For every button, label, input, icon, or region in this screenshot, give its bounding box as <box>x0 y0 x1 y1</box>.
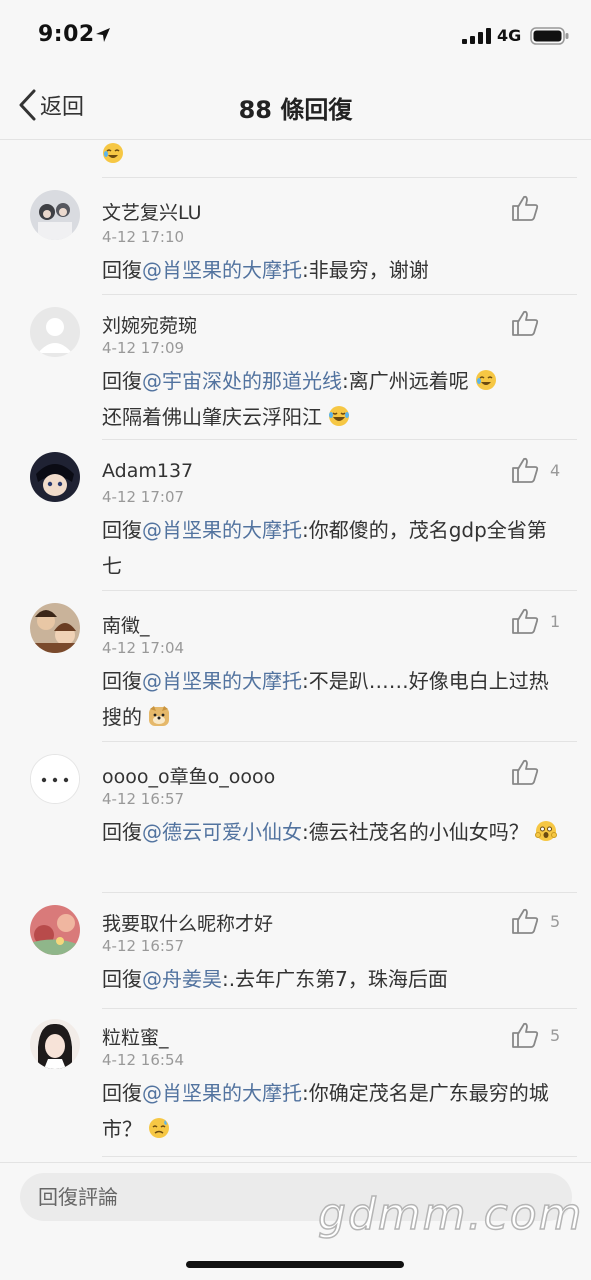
comment-item: oooo_o章鱼o_oooo 4-12 16:57 回復@德云可爱小仙女:德云社… <box>0 742 591 893</box>
comment-item: 南徵_ 1 4-12 17:04 回復@肖坚果的大摩托:不是趴……好像电白上过热… <box>0 591 591 742</box>
like-count: 5 <box>550 1025 561 1045</box>
reply-prefix: 回復 <box>102 1081 142 1105</box>
cellular-signal-icon <box>462 28 491 44</box>
reply-prefix: 回復 <box>102 820 142 844</box>
like-button[interactable]: 5 <box>510 1019 560 1051</box>
commenter-name[interactable]: 南徵_ <box>102 611 150 638</box>
location-arrow-icon <box>96 28 110 42</box>
like-count: 1 <box>550 611 561 631</box>
page-title: 88 條回復 <box>238 96 353 124</box>
laughing-crying-emoji-icon <box>102 142 124 164</box>
reply-prefix: 回復 <box>102 669 142 693</box>
avatar[interactable] <box>30 603 80 653</box>
mention-link[interactable]: @舟姜昊 <box>142 967 222 991</box>
like-count: 5 <box>550 911 561 931</box>
avatar[interactable] <box>30 190 80 240</box>
comment-text: 回復@德云可爱小仙女:德云社茂名的小仙女吗？ <box>102 814 562 850</box>
thumbs-up-icon <box>512 608 539 634</box>
reply-text: :德云社茂名的小仙女吗？ <box>302 820 529 844</box>
reply-prefix: 回復 <box>102 258 142 282</box>
comment-text: 回復@肖坚果的大摩托:你都傻的，茂名gdp全省第七 <box>102 512 562 584</box>
avatar[interactable] <box>30 307 80 357</box>
commenter-name[interactable]: 刘婉宛菀琬 <box>102 311 197 338</box>
status-bar: 9:02 4G <box>0 0 591 70</box>
previous-comment-fragment <box>0 140 591 178</box>
tears-of-joy-emoji-icon <box>328 402 350 426</box>
laughing-crying-emoji-icon <box>475 366 497 390</box>
comment-item: 粒粒蜜_ 5 4-12 16:54 回復@肖坚果的大摩托:你确定茂名是广东最穷的… <box>0 1009 591 1159</box>
mention-link[interactable]: @德云可爱小仙女 <box>142 820 302 844</box>
like-button[interactable] <box>510 756 550 788</box>
thumbs-up-icon <box>512 1022 539 1048</box>
nav-bar: 返回 88 條回復 <box>0 70 591 140</box>
commenter-name[interactable]: 粒粒蜜_ <box>102 1023 169 1050</box>
reply-bar: gdmm.com <box>0 1162 591 1280</box>
like-button[interactable]: 5 <box>510 905 560 937</box>
like-button[interactable] <box>510 307 550 339</box>
comment-item: 文艺复兴LU 4-12 17:10 回復@肖坚果的大摩托:非最穷，谢谢 <box>0 178 591 295</box>
avatar[interactable] <box>30 452 80 502</box>
thumbs-up-icon <box>512 310 539 336</box>
thumbs-up-icon <box>512 759 539 785</box>
mention-link[interactable]: @肖坚果的大摩托 <box>142 518 302 542</box>
reply-list[interactable]: 文艺复兴LU 4-12 17:10 回復@肖坚果的大摩托:非最穷，谢谢 刘婉宛菀… <box>0 140 591 1162</box>
home-indicator[interactable] <box>186 1261 404 1268</box>
comment-text: 回復@肖坚果的大摩托:你确定茂名是广东最穷的城市？ <box>102 1075 562 1147</box>
commenter-name[interactable]: 我要取什么昵称才好 <box>102 909 273 936</box>
divider <box>102 1156 577 1157</box>
comment-time: 4-12 16:57 <box>102 937 185 955</box>
comment-text: 回復@舟姜昊:.去年广东第7，珠海后面 <box>102 961 562 997</box>
comment-time: 4-12 16:57 <box>102 790 185 808</box>
network-type-label: 4G <box>497 26 522 45</box>
comment-time: 4-12 17:09 <box>102 339 185 357</box>
site-watermark: gdmm.com <box>317 1188 584 1241</box>
comment-time: 4-12 17:07 <box>102 488 185 506</box>
sad-sweat-emoji-icon <box>148 1114 170 1138</box>
mention-link[interactable]: @宇宙深处的那道光线 <box>142 369 342 393</box>
comment-text: 回復@肖坚果的大摩托:非最穷，谢谢 <box>102 252 562 288</box>
reply-text: :离广州远着呢 <box>342 369 469 393</box>
like-button[interactable] <box>510 192 550 224</box>
comment-item: 刘婉宛菀琬 4-12 17:09 回復@宇宙深处的那道光线:离广州远着呢 还隔着… <box>0 295 591 440</box>
mention-link[interactable]: @肖坚果的大摩托 <box>142 258 302 282</box>
commenter-name[interactable]: oooo_o章鱼o_oooo <box>102 762 275 789</box>
reply-text: :非最穷，谢谢 <box>302 258 429 282</box>
shocked-emoji-icon <box>535 817 558 841</box>
comment-item: 我要取什么昵称才好 5 4-12 16:57 回復@舟姜昊:.去年广东第7，珠海… <box>0 893 591 1009</box>
avatar[interactable] <box>30 1019 80 1069</box>
battery-icon <box>530 27 569 45</box>
comment-time: 4-12 17:10 <box>102 228 185 246</box>
reply-prefix: 回復 <box>102 967 142 991</box>
commenter-name[interactable]: 文艺复兴LU <box>102 198 202 225</box>
avatar[interactable] <box>30 905 80 955</box>
like-button[interactable]: 4 <box>510 454 560 486</box>
mention-link[interactable]: @肖坚果的大摩托 <box>142 1081 302 1105</box>
reply-prefix: 回復 <box>102 518 142 542</box>
status-time: 9:02 <box>38 22 95 47</box>
comment-item: Adam137 4 4-12 17:07 回復@肖坚果的大摩托:你都傻的，茂名g… <box>0 440 591 591</box>
comment-text: 回復@宇宙深处的那道光线:离广州远着呢 还隔着佛山肇庆云浮阳江 <box>102 363 562 435</box>
comment-time: 4-12 17:04 <box>102 639 185 657</box>
thumbs-up-icon <box>512 908 539 934</box>
reply-text-line2: 还隔着佛山肇庆云浮阳江 <box>102 405 322 429</box>
reply-text: :.去年广东第7，珠海后面 <box>222 967 448 991</box>
mention-link[interactable]: @肖坚果的大摩托 <box>142 669 302 693</box>
thumbs-up-icon <box>512 457 539 483</box>
comment-time: 4-12 16:54 <box>102 1051 185 1069</box>
thumbs-up-icon <box>512 195 539 221</box>
doge-emoji-icon <box>148 702 170 726</box>
avatar[interactable] <box>30 754 80 804</box>
comment-text: 回復@肖坚果的大摩托:不是趴……好像电白上过热搜的 <box>102 663 562 735</box>
reply-prefix: 回復 <box>102 369 142 393</box>
like-count: 4 <box>550 460 561 480</box>
like-button[interactable]: 1 <box>510 605 560 637</box>
commenter-name[interactable]: Adam137 <box>102 460 193 482</box>
